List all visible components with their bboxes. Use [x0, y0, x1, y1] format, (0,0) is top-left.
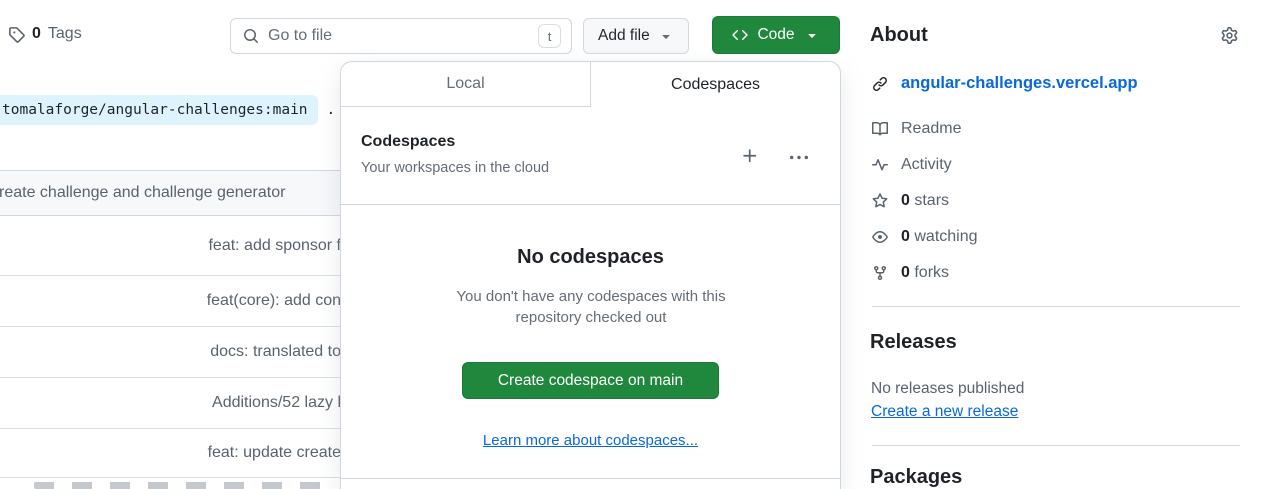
about-heading: About [870, 24, 928, 47]
commit-message[interactable]: docs: translated to [210, 343, 344, 361]
popover-tabs: Local Codespaces [341, 62, 840, 107]
search-icon [243, 28, 259, 44]
stars-label: stars [914, 192, 949, 209]
forks-label: forks [914, 264, 949, 281]
add-file-label: Add file [598, 27, 650, 45]
table-row[interactable]: docs: translated to [0, 327, 344, 378]
sidebar-item-stars[interactable]: 0 stars [872, 192, 949, 210]
tab-local[interactable]: Local [341, 62, 591, 107]
codespaces-title: Codespaces [361, 133, 455, 151]
eye-icon [872, 229, 888, 245]
table-row[interactable]: feat: update create [0, 429, 344, 478]
code-dropdown-popover: Local Codespaces Codespaces Your workspa… [340, 61, 841, 489]
tags-count: 0 [32, 25, 41, 43]
commit-message[interactable]: feat(core): add con [207, 292, 344, 310]
forks-count: 0 [901, 264, 910, 281]
watching-count: 0 [901, 228, 910, 245]
repo-website-row: angular-challenges.vercel.app [872, 74, 1138, 93]
website-link[interactable]: angular-challenges.vercel.app [901, 74, 1138, 93]
stat-text: 0 stars [901, 192, 949, 210]
codespaces-subtitle: Your workspaces in the cloud [361, 160, 549, 176]
chevron-down-icon [804, 27, 820, 43]
new-codespace-plus-icon[interactable] [741, 147, 759, 165]
learn-more-link[interactable]: Learn more about codespaces... [341, 432, 840, 449]
sidebar-item-label: Readme [901, 120, 961, 138]
code-icon [732, 27, 748, 43]
sidebar-item-activity[interactable]: Activity [872, 156, 952, 174]
tab-codespaces[interactable]: Codespaces [591, 62, 840, 107]
file-table: create challenge and challenge generator… [0, 170, 344, 478]
branch-ref-chip: tomalaforge/angular-challenges:main [0, 95, 318, 125]
no-codespaces-title: No codespaces [341, 246, 840, 269]
commit-message[interactable]: feat: add sponsor f [208, 237, 344, 255]
popover-footer-divider [341, 478, 840, 479]
no-codespaces-description: You don't have any codespaces with this … [441, 286, 741, 328]
releases-empty-text: No releases published [871, 380, 1024, 398]
create-codespace-button[interactable]: Create codespace on main [462, 362, 719, 399]
packages-heading: Packages [870, 466, 962, 489]
commit-message[interactable]: Additions/52 lazy l [212, 394, 344, 412]
code-button[interactable]: Code [712, 16, 840, 54]
branch-sentence-suffix: . [327, 102, 336, 118]
branch-status-line: tomalaforge/angular-challenges:main . [0, 95, 335, 125]
latest-commit-row[interactable]: create challenge and challenge generator [0, 170, 344, 216]
sidebar-item-watching[interactable]: 0 watching [872, 228, 978, 246]
create-release-link[interactable]: Create a new release [871, 403, 1018, 421]
latest-commit-message[interactable]: create challenge and challenge generator [0, 184, 285, 202]
sidebar-item-label: Activity [901, 156, 952, 174]
codespaces-header: Codespaces Your workspaces in the cloud [341, 107, 840, 205]
sidebar-item-readme[interactable]: Readme [872, 120, 961, 138]
tags-label: Tags [48, 25, 82, 43]
tag-icon [8, 26, 25, 43]
table-row[interactable]: feat: add sponsor f [0, 216, 344, 276]
github-repo-page: 0 Tags t Add file Code tomalaforge/angul… [0, 0, 1278, 489]
go-to-file-search[interactable]: t [230, 18, 572, 54]
code-button-label: Code [757, 26, 794, 44]
stat-text: 0 watching [901, 228, 978, 246]
shortcut-key-hint: t [538, 24, 561, 48]
book-icon [872, 121, 888, 137]
tags-summary[interactable]: 0 Tags [8, 25, 82, 43]
gear-icon[interactable] [1221, 27, 1238, 44]
chevron-down-icon [658, 28, 674, 44]
watching-label: watching [914, 228, 977, 245]
kebab-menu-icon[interactable] [790, 149, 808, 167]
add-file-button[interactable]: Add file [583, 18, 689, 54]
commit-message[interactable]: feat: update create [208, 444, 344, 462]
next-row-clipped-text [34, 482, 334, 489]
sidebar-divider [872, 306, 1240, 307]
table-row[interactable]: feat(core): add con [0, 276, 344, 327]
star-icon [872, 193, 888, 209]
sidebar-item-forks[interactable]: 0 forks [872, 264, 949, 282]
stat-text: 0 forks [901, 264, 949, 282]
pulse-icon [872, 157, 888, 173]
link-icon [872, 76, 888, 92]
search-input[interactable] [268, 27, 529, 45]
fork-icon [872, 265, 888, 281]
sidebar-divider [872, 445, 1240, 446]
table-row[interactable]: Additions/52 lazy l [0, 378, 344, 429]
stars-count: 0 [901, 192, 910, 209]
releases-heading: Releases [870, 331, 957, 354]
